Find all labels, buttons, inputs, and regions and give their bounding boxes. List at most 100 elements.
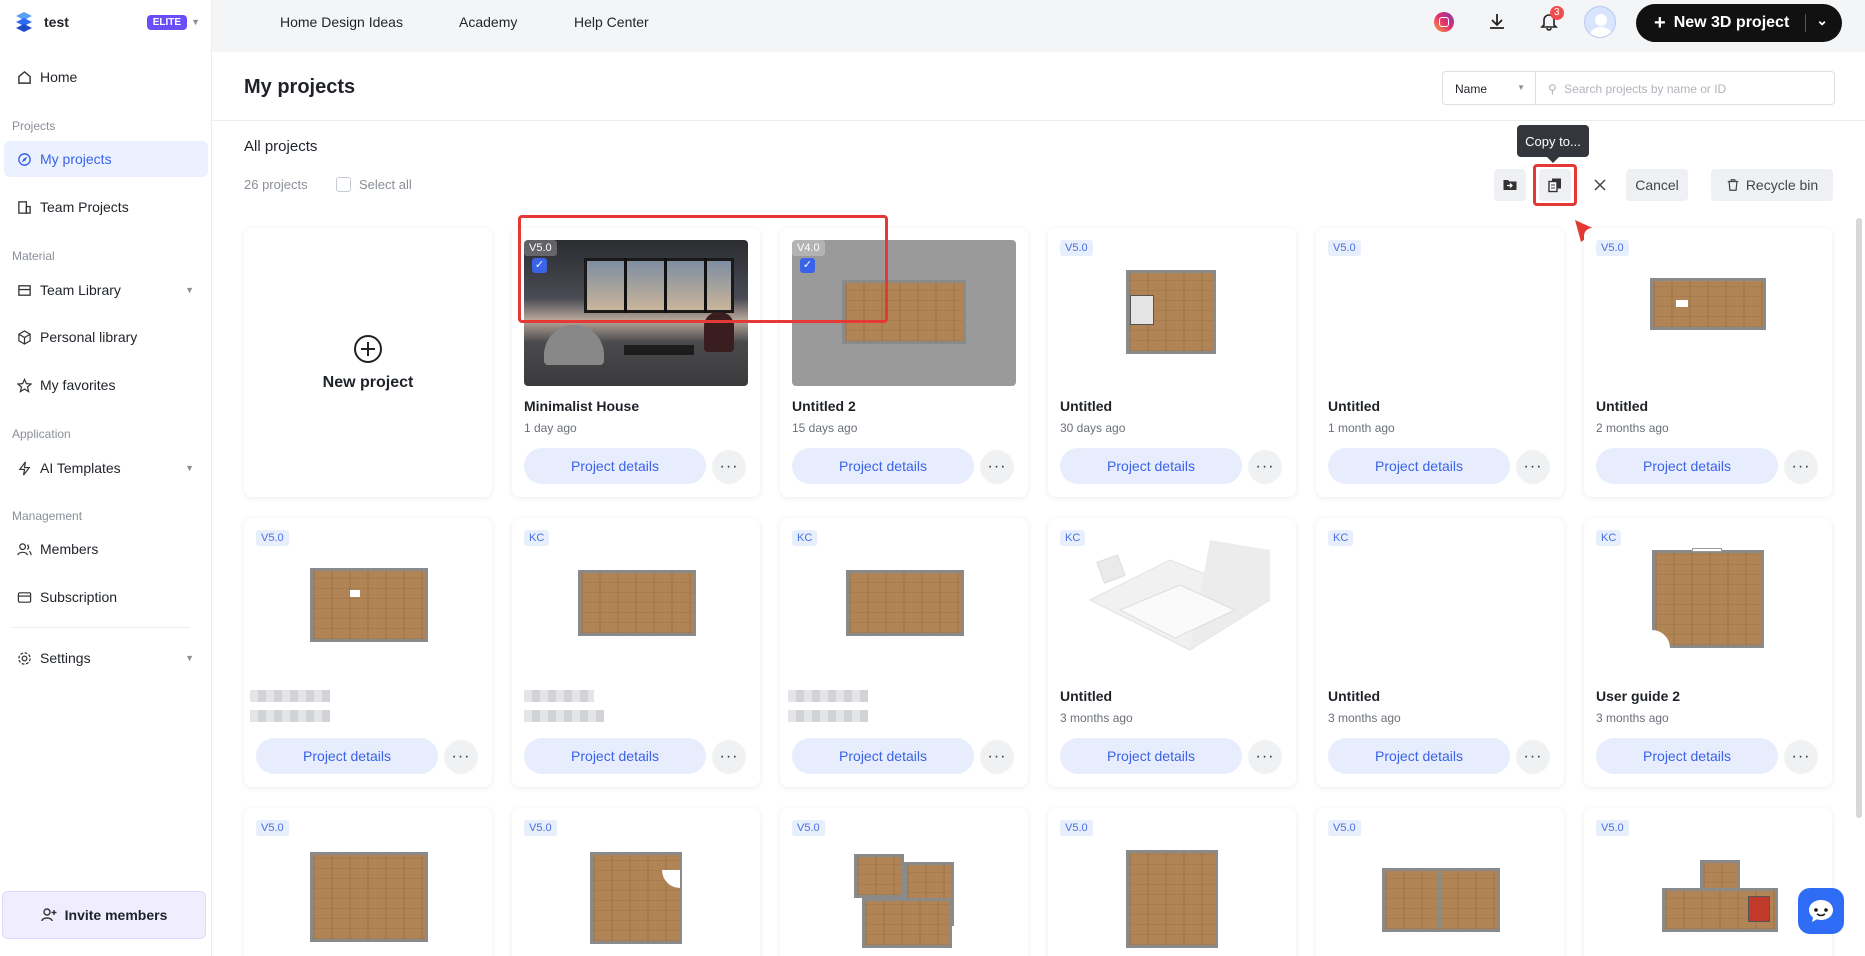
project-card[interactable]: V5.0 bbox=[1316, 808, 1564, 956]
nav-home-design-ideas[interactable]: Home Design Ideas bbox=[280, 14, 403, 30]
project-card[interactable]: V5.0 Untitled 30 days ago Project detail… bbox=[1048, 228, 1296, 497]
move-to-folder-button[interactable] bbox=[1494, 169, 1526, 201]
main-content: My projects Name ▼ ⚲ Search projects by … bbox=[212, 52, 1865, 956]
project-card[interactable]: KC Project details ··· bbox=[512, 518, 760, 787]
copy-to-tooltip: Copy to... bbox=[1517, 125, 1589, 163]
project-card[interactable]: V5.0 bbox=[512, 808, 760, 956]
nav-help-center[interactable]: Help Center bbox=[574, 14, 649, 30]
sidebar-item-team-projects[interactable]: Team Projects bbox=[4, 189, 208, 225]
project-time: 1 day ago bbox=[524, 421, 577, 435]
sidebar-item-personal-library[interactable]: Personal library bbox=[4, 319, 208, 355]
project-card[interactable]: KC Untitled 3 months ago Project details… bbox=[1048, 518, 1296, 787]
version-badge: KC bbox=[1060, 530, 1086, 546]
more-options-icon[interactable]: ··· bbox=[444, 740, 478, 774]
notification-bell-icon[interactable]: 3 bbox=[1539, 6, 1564, 36]
chevron-down-icon[interactable]: ⌄ bbox=[1816, 12, 1828, 29]
recycle-bin-button[interactable]: Recycle bin bbox=[1711, 169, 1833, 201]
sidebar-item-label: Settings bbox=[40, 650, 91, 666]
cancel-button[interactable]: Cancel bbox=[1626, 169, 1688, 201]
more-options-icon[interactable]: ··· bbox=[1784, 450, 1818, 484]
project-thumbnail bbox=[792, 820, 1016, 956]
sidebar-item-members[interactable]: Members bbox=[4, 531, 208, 567]
project-card[interactable]: KC User guide 2 3 months ago Project det… bbox=[1584, 518, 1832, 787]
more-options-icon[interactable]: ··· bbox=[980, 740, 1014, 774]
chevron-down-icon: ▼ bbox=[191, 17, 200, 27]
more-options-icon[interactable]: ··· bbox=[1248, 450, 1282, 484]
project-thumbnail bbox=[524, 820, 748, 956]
more-options-icon[interactable]: ··· bbox=[712, 450, 746, 484]
version-badge: V5.0 bbox=[524, 820, 557, 836]
sidebar-item-subscription[interactable]: Subscription bbox=[4, 579, 208, 615]
sort-select[interactable]: Name ▼ bbox=[1442, 71, 1536, 105]
more-options-icon[interactable]: ··· bbox=[1516, 740, 1550, 774]
more-options-icon[interactable]: ··· bbox=[1248, 740, 1282, 774]
project-thumbnail bbox=[792, 530, 1016, 676]
instagram-icon[interactable] bbox=[1434, 12, 1454, 32]
nav-academy[interactable]: Academy bbox=[459, 14, 517, 30]
project-title: Untitled bbox=[1328, 688, 1381, 704]
scrollbar[interactable] bbox=[1856, 218, 1862, 818]
project-thumbnail bbox=[1328, 530, 1552, 676]
project-details-button[interactable]: Project details bbox=[524, 448, 706, 484]
project-details-button[interactable]: Project details bbox=[1596, 448, 1778, 484]
more-options-icon[interactable]: ··· bbox=[1516, 450, 1550, 484]
project-thumbnail bbox=[1060, 240, 1284, 386]
download-icon[interactable] bbox=[1487, 11, 1507, 36]
project-details-button[interactable]: Project details bbox=[792, 738, 974, 774]
plus-circle-icon bbox=[354, 334, 382, 363]
new-3d-project-button[interactable]: + New 3D project ⌄ bbox=[1636, 4, 1842, 42]
sidebar-item-settings[interactable]: Settings ▼ bbox=[4, 640, 208, 676]
gear-icon bbox=[16, 650, 32, 666]
project-card[interactable]: KC Project details ··· bbox=[780, 518, 1028, 787]
project-card[interactable]: V5.0 Untitled 2 months ago Project detai… bbox=[1584, 228, 1832, 497]
project-details-button[interactable]: Project details bbox=[1328, 738, 1510, 774]
section-label-application: Application bbox=[12, 427, 71, 441]
project-title: Minimalist House bbox=[524, 398, 640, 414]
project-details-button[interactable]: Project details bbox=[1596, 738, 1778, 774]
project-details-button[interactable]: Project details bbox=[1328, 448, 1510, 484]
project-title: Untitled bbox=[1060, 398, 1113, 414]
project-card[interactable]: V5.0 Untitled 1 month ago Project detail… bbox=[1316, 228, 1564, 497]
version-badge: V4.0 bbox=[792, 240, 825, 256]
sidebar-item-ai-templates[interactable]: AI Templates ▼ bbox=[4, 450, 208, 486]
project-card[interactable]: V5.0 bbox=[1048, 808, 1296, 956]
folder-move-icon bbox=[1503, 180, 1517, 190]
invite-members-button[interactable]: Invite members bbox=[2, 891, 206, 939]
sidebar-item-team-library[interactable]: Team Library ▼ bbox=[4, 272, 208, 308]
project-title: Untitled bbox=[1596, 398, 1649, 414]
top-bar: Home Design Ideas Academy Help Center 3 … bbox=[212, 0, 1865, 52]
project-card[interactable]: V5.0 bbox=[780, 808, 1028, 956]
select-all-label: Select all bbox=[359, 177, 412, 192]
project-details-button[interactable]: Project details bbox=[1060, 448, 1242, 484]
select-all-checkbox[interactable]: Select all bbox=[336, 177, 412, 192]
project-card[interactable]: V5.0 Project details ··· bbox=[244, 518, 492, 787]
section-title: All projects bbox=[244, 138, 318, 155]
close-selection-button[interactable] bbox=[1584, 169, 1616, 201]
search-input[interactable]: ⚲ Search projects by name or ID bbox=[1535, 71, 1835, 105]
more-options-icon[interactable]: ··· bbox=[980, 450, 1014, 484]
cancel-label: Cancel bbox=[1635, 177, 1679, 193]
version-badge: V5.0 bbox=[1596, 240, 1629, 256]
more-options-icon[interactable]: ··· bbox=[1784, 740, 1818, 774]
project-details-button[interactable]: Project details bbox=[524, 738, 706, 774]
chat-support-button[interactable] bbox=[1798, 888, 1844, 934]
project-details-button[interactable]: Project details bbox=[256, 738, 438, 774]
new-project-card[interactable]: New project bbox=[244, 228, 492, 497]
project-time: 2 months ago bbox=[1596, 421, 1669, 435]
project-details-button[interactable]: Project details bbox=[792, 448, 974, 484]
new-project-label: New project bbox=[322, 373, 414, 391]
sidebar-item-my-projects[interactable]: My projects bbox=[4, 141, 208, 177]
checkbox-checked-icon[interactable]: ✓ bbox=[800, 258, 815, 273]
workspace-switcher[interactable]: test ELITE ▼ bbox=[12, 10, 200, 34]
project-card[interactable]: V5.0 bbox=[244, 808, 492, 956]
sidebar-item-home[interactable]: Home bbox=[4, 59, 208, 95]
project-card[interactable]: V5.0 bbox=[1584, 808, 1832, 956]
checkbox-checked-icon[interactable]: ✓ bbox=[532, 258, 547, 273]
project-details-button[interactable]: Project details bbox=[1060, 738, 1242, 774]
project-title: Untitled bbox=[1328, 398, 1381, 414]
avatar[interactable] bbox=[1584, 6, 1616, 38]
sidebar-item-my-favorites[interactable]: My favorites bbox=[4, 367, 208, 403]
more-options-icon[interactable]: ··· bbox=[712, 740, 746, 774]
project-time: 3 months ago bbox=[1596, 711, 1669, 725]
project-card[interactable]: KC Untitled 3 months ago Project details… bbox=[1316, 518, 1564, 787]
